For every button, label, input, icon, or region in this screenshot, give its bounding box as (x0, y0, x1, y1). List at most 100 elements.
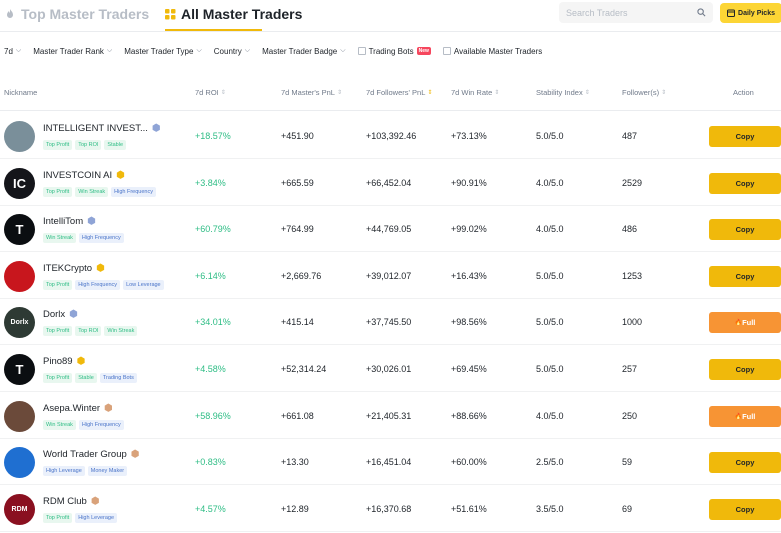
trader-tag: Win Streak (43, 233, 76, 244)
search-input[interactable]: Search Traders (566, 8, 697, 18)
trader-name-text[interactable]: Dorlx (43, 309, 65, 320)
sort-icon[interactable]: ⇕ (337, 89, 342, 96)
cell-roi: +4.58% (195, 364, 226, 374)
trader-name[interactable]: Dorlx ⬢ (43, 309, 78, 320)
chevron-down-icon: ⌵ (244, 47, 251, 54)
col-roi[interactable]: 7d ROI ⇕ (195, 88, 226, 97)
badge-dropdown[interactable]: Master Trader Badge ⌵ (262, 47, 345, 56)
available-traders-checkbox[interactable]: Available Master Traders (442, 47, 542, 56)
cell-stability: 5.0/5.0 (536, 270, 564, 281)
tab-top-master-traders[interactable]: Top Master Traders (4, 6, 149, 22)
trader-name-text[interactable]: INTELLIGENT INVEST... (43, 123, 148, 134)
country-dropdown[interactable]: Country ⌵ (214, 47, 250, 56)
copy-button[interactable]: Copy (709, 265, 781, 287)
copy-button[interactable]: Copy (709, 452, 781, 474)
copy-button[interactable]: Copy (709, 172, 781, 194)
table-row[interactable]: INTELLIGENT INVEST... ⬢ Top Profit Top ROI S… (0, 113, 781, 159)
cell-master-pnl: +12.89 (281, 503, 309, 514)
avatar[interactable] (4, 400, 35, 432)
table-row[interactable]: T Pino89 ⬢ Top Profit Stable Trading Bots +4.5… (0, 346, 781, 392)
col-master-pnl[interactable]: 7d Master's PnL ⇕ (281, 88, 342, 97)
col-followers[interactable]: Follower(s) ⇕ (622, 88, 666, 97)
avatar[interactable]: T (4, 214, 35, 246)
checkbox-icon[interactable] (357, 47, 366, 55)
table-row[interactable]: RDM RDM Club ⬢ Top Profit High Leverage +4.57… (0, 486, 781, 532)
avatar[interactable] (4, 447, 35, 479)
cell-followers: 1000 (622, 317, 643, 328)
sort-icon[interactable]: ⇕ (661, 89, 666, 96)
cell-roi: +18.57% (195, 131, 231, 141)
sort-icon[interactable]: ⇕ (494, 89, 499, 96)
avatar[interactable]: IC (4, 167, 35, 199)
trader-name-text[interactable]: Pino89 (43, 356, 73, 367)
trader-name[interactable]: RDM Club ⬢ (43, 496, 100, 507)
cell-master-pnl: +764.99 (281, 224, 314, 235)
col-action: Action (733, 88, 754, 97)
cell-followers: 2529 (622, 177, 643, 188)
copy-button[interactable]: Copy (709, 359, 781, 380)
sort-icon[interactable]: ⇕ (221, 89, 226, 96)
trader-name[interactable]: Pino89 ⬢ (43, 356, 85, 367)
search-icon[interactable] (697, 8, 706, 17)
trader-tags: Top Profit Win Streak High Frequency (43, 186, 156, 197)
trader-name-text[interactable]: IntelliTom (43, 216, 83, 227)
action-label: Copy (735, 504, 755, 514)
copy-button[interactable]: Copy (709, 219, 781, 241)
avatar[interactable]: T (4, 354, 35, 385)
period-dropdown[interactable]: 7d ⌵ (4, 47, 21, 56)
trader-name-text[interactable]: RDM Club (43, 496, 87, 507)
search-box[interactable]: Search Traders (559, 2, 713, 23)
col-followers-pnl[interactable]: 7d Followers' PnL ⇕ (366, 88, 432, 97)
trader-name-text[interactable]: ITEKCrypto (43, 263, 92, 274)
table-row[interactable]: ITEKCrypto ⬢ Top Profit High Frequency Low L… (0, 253, 781, 299)
table-header: Nickname 7d ROI ⇕ 7d Master's PnL ⇕ 7d Fol… (0, 85, 781, 101)
table-row[interactable]: Dorlx Dorlx ⬢ Top Profit Top ROI Win Streak +3… (0, 299, 781, 346)
tab-all-master-traders[interactable]: All Master Traders (165, 6, 302, 22)
trader-name[interactable]: Asepa.Winter ⬢ (43, 403, 113, 414)
table-row[interactable]: IC INVESTCOIN AI ⬢ Top Profit Win Streak High… (0, 160, 781, 206)
copy-button[interactable]: Copy (709, 498, 781, 520)
chevron-down-icon: ⌵ (15, 47, 22, 54)
table-row[interactable]: Asepa.Winter ⬢ Win Streak High Frequency +58… (0, 393, 781, 439)
col-win-rate[interactable]: 7d Win Rate ⇕ (451, 88, 499, 97)
copy-button[interactable]: Copy (709, 126, 781, 147)
trader-name[interactable]: ITEKCrypto ⬢ (43, 263, 105, 274)
full-button[interactable]: 🔥 Full (709, 312, 781, 334)
top-header: Top Master Traders All Master Traders Se… (0, 0, 781, 32)
full-button[interactable]: 🔥 Full (709, 405, 781, 427)
trader-name[interactable]: INVESTCOIN AI ⬢ (43, 170, 125, 181)
table-row[interactable]: World Trader Group ⬢ High Leverage Money Ma… (0, 439, 781, 486)
rank-label: Master Trader Rank (33, 46, 104, 56)
trader-name[interactable]: IntelliTom ⬢ (43, 216, 96, 227)
cell-roi: +34.01% (195, 317, 231, 328)
col-stability[interactable]: Stability Index ⇕ (536, 88, 590, 97)
avatar[interactable] (4, 121, 35, 152)
cell-master-pnl: +451.90 (281, 131, 314, 141)
cell-followers: 1253 (622, 270, 643, 281)
daily-picks-button[interactable]: Daily Picks (720, 3, 781, 23)
cell-win-rate: +98.56% (451, 317, 487, 328)
sort-icon[interactable]: ⇕ (585, 89, 590, 96)
cell-master-pnl: +415.14 (281, 317, 314, 328)
type-dropdown[interactable]: Master Trader Type ⌵ (124, 47, 202, 56)
action-label: Copy (735, 365, 755, 374)
trader-name-text[interactable]: INVESTCOIN AI (43, 170, 112, 181)
checkbox-icon[interactable] (442, 47, 451, 55)
table-row[interactable]: T IntelliTom ⬢ Win Streak High Frequency +60.… (0, 206, 781, 253)
col-label: Action (733, 88, 754, 97)
col-label: 7d Master's PnL (281, 88, 335, 97)
rank-dropdown[interactable]: Master Trader Rank ⌵ (33, 47, 112, 56)
cell-win-rate: +73.13% (451, 131, 487, 141)
action-label: Full (742, 318, 756, 328)
avatar[interactable]: Dorlx (4, 307, 35, 339)
trader-name-text[interactable]: Asepa.Winter (43, 403, 100, 414)
trader-tag: High Frequency (75, 279, 121, 290)
avatar[interactable] (4, 260, 35, 292)
sort-icon[interactable]: ⇕ (427, 89, 432, 96)
trading-bots-checkbox[interactable]: Trading Bots New (357, 47, 431, 56)
trader-name[interactable]: INTELLIGENT INVEST... ⬢ (43, 123, 161, 134)
col-nickname: Nickname (4, 88, 37, 97)
trader-name-text[interactable]: World Trader Group (43, 449, 127, 460)
avatar[interactable]: RDM (4, 493, 35, 525)
trader-name[interactable]: World Trader Group ⬢ (43, 449, 140, 460)
